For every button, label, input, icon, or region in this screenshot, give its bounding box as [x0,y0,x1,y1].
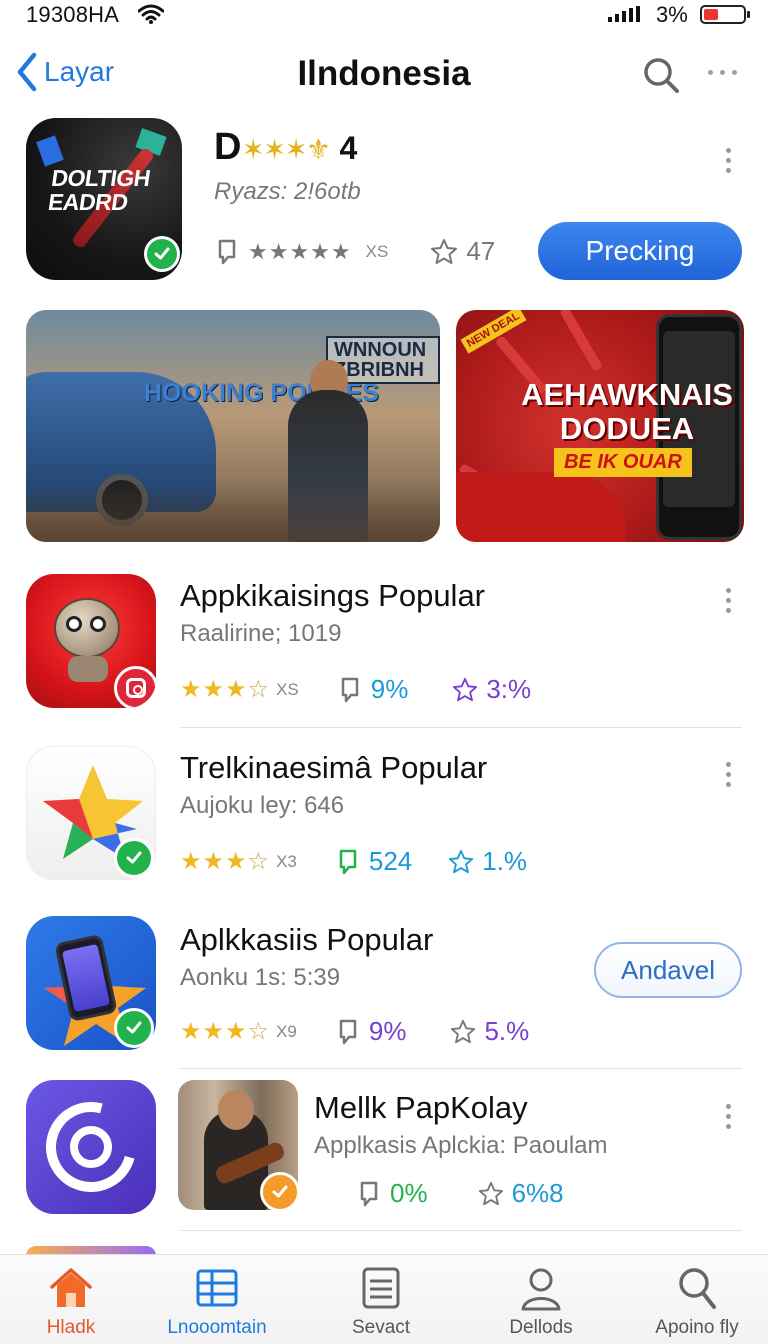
app-icon[interactable] [26,574,156,708]
comment-icon [339,849,357,874]
rating-stars: ★★★☆ [180,848,271,875]
app-meta: ★★★☆ X3 524 1.% [180,846,528,877]
app-subtitle: Aonku 1s: 5:39 [180,964,341,991]
comment-metric: 9% [337,674,408,705]
banner-2-tag: NEW DEAL [460,310,527,354]
more-vertical-icon[interactable] [726,1104,731,1129]
more-vertical-icon[interactable] [726,762,731,787]
app-name: Appkikaisings Popular [180,578,486,613]
app-icon[interactable] [26,1080,156,1214]
star-outline-icon [453,677,478,701]
app-meta: 0% 6%8 [356,1178,564,1209]
promo-banner-2[interactable]: NEW DEAL AEHAWKNAIS DODUEA BE IK OUAR [456,310,744,542]
star-outline-icon [478,1181,503,1205]
featured-action-button[interactable]: Precking [538,222,742,280]
star-outline-icon [449,849,474,873]
list-item[interactable]: Mellk PapKolay Applkasis Aplckia: Paoula… [26,1080,742,1230]
featured-app: DOLTIGH EADRD D✶✶✶⚜ 4 Ryazs: 2!6otb ★★★★… [26,118,742,288]
check-circle-icon [260,1172,298,1210]
comment-metric: 524 [335,846,412,877]
home-icon [50,1268,92,1307]
favorite-metric: 5.% [450,1016,529,1047]
grid-icon [196,1269,238,1307]
sparkle-icon: ✶✶✶⚜ [241,134,330,165]
featured-app-name: D✶✶✶⚜ 4 [214,126,358,168]
more-horizontal-icon[interactable] [708,70,737,75]
favorite-metric: 1.% [448,846,527,877]
favorite-metric: 3:% [452,674,531,705]
search-icon[interactable] [642,56,680,94]
comment-metric: 9% [335,1016,406,1047]
comment-icon [341,677,358,702]
battery-icon [700,5,750,24]
star-outline-icon [451,1019,476,1043]
tab-browse[interactable]: Lnooomtain [152,1265,282,1339]
favorite-count[interactable]: 47 [430,236,495,267]
more-vertical-icon[interactable] [726,148,731,173]
signal-icon [608,6,640,22]
comment-icon [339,1019,357,1044]
status-bar: 19308HA 3% [0,0,768,30]
status-time: 19308HA [26,2,120,27]
more-vertical-icon[interactable] [726,588,731,613]
check-circle-icon [114,1008,154,1048]
comment-metric: 0% [356,1178,428,1209]
app-name: Trelkinaesimâ Popular [180,750,488,785]
wifi-icon [138,4,164,24]
app-name: Aplkkasiis Popular [180,922,434,957]
tab-search[interactable]: Sevact [316,1265,446,1339]
featured-meta: ★★★★★ XS 47 [214,236,495,267]
rating-stars: ★★★☆ [180,1018,271,1045]
comment-icon [218,239,236,264]
featured-icon-text: DOLTIGH EADRD [46,165,152,215]
install-button[interactable]: Andavel [594,942,742,998]
rating-stars: ★★★★★ [248,238,352,264]
tab-home[interactable]: Hladk [6,1265,136,1339]
battery-percent: 3% [656,2,688,27]
featured-app-subtitle: Ryazs: 2!6otb [214,178,361,205]
promo-banner-1[interactable]: HOOKING POMRES WNNOUN ZBRIBNH [26,310,440,542]
app-meta: ★★★☆ XS 9% 3:% [180,674,532,705]
app-subtitle: Raalirine; 1019 [180,620,342,647]
tab-account[interactable]: Apoino fly [632,1265,762,1339]
search-icon [679,1268,716,1309]
app-subtitle: Aujoku ley: 646 [180,792,345,819]
comment-icon [360,1181,378,1206]
rating-stars: ★★★☆ [180,676,271,703]
banner-2-strip: BE IK OUAR [554,448,692,477]
rating-label: XS [365,241,389,261]
list-item[interactable]: Aplkkasiis Popular Aonku 1s: 5:39 ★★★☆ X… [26,916,742,1066]
favorite-metric: 6%8 [478,1178,564,1209]
star-outline-icon [431,238,458,264]
tab-bar: Hladk Lnooomtain Sevact Dellods Apoino f… [0,1254,768,1344]
tab-downloads[interactable]: Dellods [476,1265,606,1339]
check-circle-icon [114,838,154,878]
app-subtitle: Applkasis Aplckia: Paoulam [314,1132,608,1159]
check-circle-icon [144,236,180,272]
navigation-bar: Layar Ilndonesia [0,40,768,110]
list-item[interactable]: Trelkinaesimâ Popular Aujoku ley: 646 ★★… [26,746,742,896]
camera-icon [114,666,156,708]
banner-2-title: AEHAWKNAIS DODUEA [521,377,733,446]
app-name: Mellk PapKolay [314,1090,528,1125]
list-item[interactable]: Appkikaisings Popular Raalirine; 1019 ★★… [26,574,742,724]
document-icon [362,1267,400,1309]
app-photo[interactable] [178,1080,298,1210]
app-meta: ★★★☆ X9 9% 5.% [180,1016,530,1047]
person-icon [521,1268,561,1311]
